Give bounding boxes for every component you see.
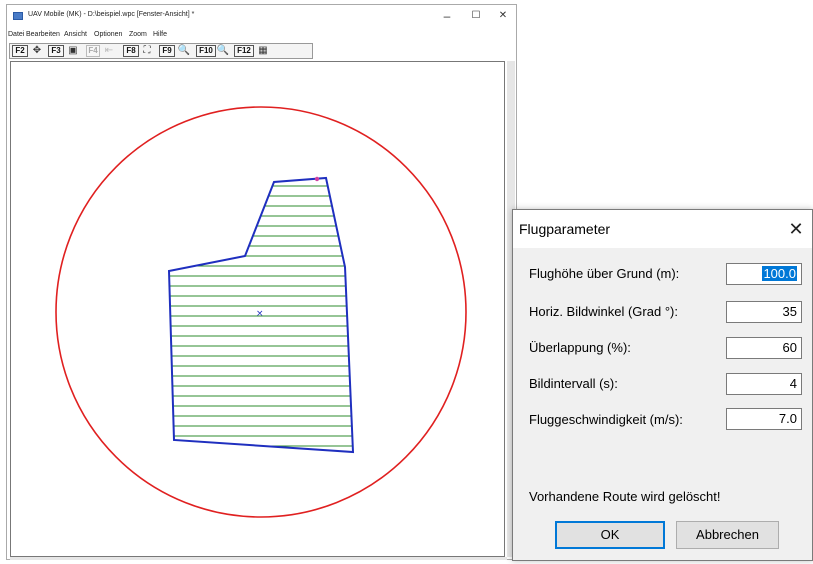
zoom-out-icon[interactable]: 🔍 (216, 45, 230, 57)
menu-bar: Datei Bearbeiten Ansicht Optionen Zoom H… (7, 29, 516, 41)
f4-key[interactable]: F4 (86, 45, 100, 57)
center-marker: × (256, 309, 264, 319)
altitude-input[interactable]: 100.0 (726, 263, 802, 285)
f9-key[interactable]: F9 (159, 45, 175, 57)
select-icon[interactable]: ▣ (66, 45, 80, 57)
menu-datei[interactable]: Datei (8, 31, 24, 38)
f12-key[interactable]: F12 (234, 45, 254, 57)
close-button[interactable]: ✕ (490, 7, 516, 25)
f3-key[interactable]: F3 (48, 45, 64, 57)
image-interval-label: Bildintervall (s): (529, 376, 618, 391)
dialog-title-bar: Flugparameter ✕ (513, 210, 812, 248)
route-warning-text: Vorhandene Route wird gelöscht! (529, 489, 721, 504)
image-angle-label: Horiz. Bildwinkel (Grad °): (529, 304, 678, 319)
maximize-button[interactable]: ☐ (463, 7, 489, 25)
flight-speed-label: Fluggeschwindigkeit (m/s): (529, 412, 683, 427)
image-angle-input[interactable]: 35 (726, 301, 802, 323)
menu-bearbeiten[interactable]: Bearbeiten (26, 31, 60, 38)
move-icon[interactable]: ✥ (30, 45, 44, 57)
f2-key[interactable]: F2 (12, 45, 28, 57)
f10-key[interactable]: F10 (196, 45, 216, 57)
dialog-title: Flugparameter (519, 221, 611, 237)
app-icon (13, 12, 23, 20)
toolbar: F2 ✥ F3 ▣ F4 ⇤ F8 ⛶ F9 🔍 F10 🔍 F12 ▦ (9, 43, 313, 59)
horizontal-scrollbar[interactable] (10, 557, 507, 560)
minimize-button[interactable]: – (434, 7, 460, 25)
overlap-label: Überlappung (%): (529, 340, 631, 355)
title-bar: UAV Mobile (MK) - D:\beispiel.wpc [Fenst… (7, 5, 516, 27)
menu-optionen[interactable]: Optionen (94, 31, 122, 38)
menu-hilfe[interactable]: Hilfe (153, 31, 167, 38)
window-title: UAV Mobile (MK) - D:\beispiel.wpc [Fenst… (28, 11, 195, 18)
map-canvas[interactable]: × (10, 61, 505, 557)
zoom-in-icon[interactable]: 🔍 (177, 45, 191, 57)
f8-key[interactable]: F8 (123, 45, 139, 57)
map-drawing: × (55, 106, 467, 518)
menu-zoom[interactable]: Zoom (129, 31, 147, 38)
zoom-extent-icon[interactable]: ⛶ (140, 45, 154, 57)
flight-speed-input[interactable]: 7.0 (726, 408, 802, 430)
ok-button[interactable]: OK (555, 521, 665, 549)
start-point-marker (314, 176, 320, 182)
main-window: UAV Mobile (MK) - D:\beispiel.wpc [Fenst… (6, 4, 517, 560)
dialog-close-button[interactable]: ✕ (783, 216, 809, 242)
overlap-input[interactable]: 60 (726, 337, 802, 359)
menu-ansicht[interactable]: Ansicht (64, 31, 87, 38)
image-interval-input[interactable]: 4 (726, 373, 802, 395)
flight-parameters-dialog: Flugparameter ✕ Flughöhe über Grund (m):… (512, 209, 813, 561)
disabled-tool-icon[interactable]: ⇤ (102, 45, 116, 57)
altitude-label: Flughöhe über Grund (m): (529, 266, 680, 281)
cancel-button[interactable]: Abbrechen (676, 521, 779, 549)
save-icon[interactable]: ▦ (256, 45, 270, 57)
